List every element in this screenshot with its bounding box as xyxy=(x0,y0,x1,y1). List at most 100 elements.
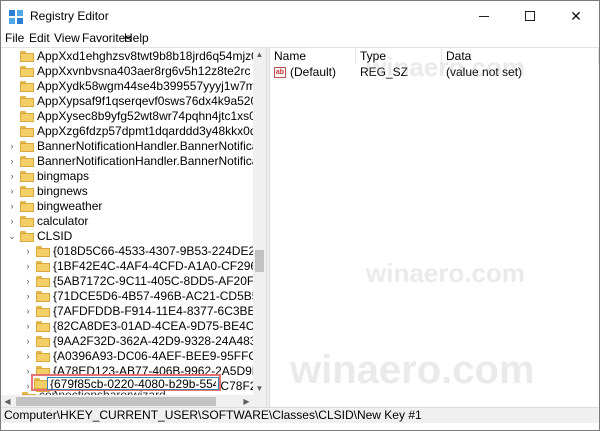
watermark-text: winaero.com xyxy=(366,52,525,82)
tree-item[interactable]: AppXzg6fdzp57dpmt1dqarddd3y48kkx0qb78 xyxy=(1,124,266,139)
tree-item-label: AppXxd1ehghzsv8twt9b8b18jrd6q54mjz0n xyxy=(37,49,265,63)
scroll-down-arrow-icon[interactable]: ▼ xyxy=(253,382,266,395)
folder-icon xyxy=(36,261,50,272)
tree-item[interactable]: AppXydk58wgm44se4b399557yyyj1w7mbmvd xyxy=(1,79,266,94)
tree-item[interactable]: › {1BF42E4C-4AF4-4CFD-A1A0-CF2960B8F63E} xyxy=(1,259,267,274)
expand-chevron-icon[interactable]: › xyxy=(23,259,33,274)
minimize-icon xyxy=(479,16,489,17)
key-tree-pane[interactable]: AppXxd1ehghzsv8twt9b8b18jrd6q54mjz0n AppX… xyxy=(1,47,266,407)
tree-item[interactable]: ⌄ CLSID xyxy=(1,229,253,244)
folder-icon xyxy=(20,81,34,92)
tree-item[interactable]: AppXxd1ehghzsv8twt9b8b18jrd6q54mjz0n xyxy=(1,49,265,64)
tree-item[interactable]: › bingmaps xyxy=(1,169,253,184)
status-bar-filler xyxy=(1,423,599,430)
folder-icon xyxy=(20,66,34,77)
column-header-name[interactable]: Name xyxy=(270,48,356,64)
tree-item[interactable]: AppXypsaf9f1qserqevf0sws76dx4k9a5206 xyxy=(1,94,264,109)
expand-chevron-icon[interactable]: › xyxy=(7,199,17,214)
tree-item-label: {5AB7172C-9C11-405C-8DD5-AF20F3606282} xyxy=(53,274,266,288)
folder-icon xyxy=(20,51,34,62)
menu-edit[interactable]: Edit xyxy=(29,31,50,47)
folder-icon xyxy=(36,276,50,287)
tree-item-label: {018D5C66-4533-4307-9B53-224DE2ED1FE6} xyxy=(53,244,266,258)
scroll-up-arrow-icon[interactable]: ▲ xyxy=(253,48,266,61)
folder-icon xyxy=(20,186,34,197)
tree-item[interactable]: › bingweather xyxy=(1,199,253,214)
tree-item-label: {82CA8DE3-01AD-4CEA-9D75-BE4C51810A9E} xyxy=(53,319,266,333)
tree-item[interactable]: › {82CA8DE3-01AD-4CEA-9D75-BE4C51810A9E} xyxy=(1,319,267,334)
values-list-pane[interactable]: Name Type Data ab (Default) REG_SZ (valu… xyxy=(270,47,599,407)
menu-help[interactable]: Help xyxy=(124,31,149,47)
folder-icon xyxy=(20,171,34,182)
expand-chevron-icon[interactable]: › xyxy=(7,154,17,169)
tree-vertical-scrollbar[interactable]: ▲ ▼ xyxy=(253,48,266,407)
tree-item-label: bingnews xyxy=(37,184,88,198)
close-button[interactable]: ✕ xyxy=(553,1,599,31)
folder-icon xyxy=(36,306,50,317)
tree-item[interactable]: › {5AB7172C-9C11-405C-8DD5-AF20F3606282} xyxy=(1,274,267,289)
expand-chevron-icon[interactable]: › xyxy=(23,304,33,319)
tree-item-label: AppXydk58wgm44se4b399557yyyj1w7mbmvd xyxy=(37,79,266,93)
close-icon: ✕ xyxy=(570,8,582,24)
tree-item-label: AppXypsaf9f1qserqevf0sws76dx4k9a5206 xyxy=(37,94,264,108)
expand-chevron-icon[interactable]: › xyxy=(7,184,17,199)
folder-icon xyxy=(36,291,50,302)
tree-item[interactable]: › BannerNotificationHandler.BannerNotific… xyxy=(1,139,267,154)
tree-item-label: {9AA2F32D-362A-42D9-9328-24A483E2CCC3} xyxy=(53,334,266,348)
tree-item[interactable]: › BannerNotificationHandler.BannerNotific… xyxy=(1,154,267,169)
tree-item-label: {71DCE5D6-4B57-496B-AC21-CD5B54EB93FD} xyxy=(53,289,266,303)
registry-editor-window: Registry Editor ✕ File Edit View Favorit… xyxy=(0,0,600,431)
folder-icon xyxy=(36,351,50,362)
tree-item[interactable]: › {9AA2F32D-362A-42D9-9328-24A483E2CCC3} xyxy=(1,334,267,349)
status-bar-path: Computer\HKEY_CURRENT_USER\SOFTWARE\Clas… xyxy=(1,407,599,423)
title-bar[interactable]: Registry Editor ✕ xyxy=(1,1,599,31)
folder-icon xyxy=(20,111,34,122)
tree-item-label: BannerNotificationHandler.BannerNotifica… xyxy=(37,154,266,168)
folder-icon xyxy=(20,201,34,212)
collapse-chevron-icon[interactable]: ⌄ xyxy=(7,229,17,244)
tree-item[interactable]: › bingnews xyxy=(1,184,253,199)
tree-item[interactable]: › {71DCE5D6-4B57-496B-AC21-CD5B54EB93FD} xyxy=(1,289,267,304)
tree-item[interactable]: › {7AFDFDDB-F914-11E4-8377-6C3BE50D980C} xyxy=(1,304,267,319)
tree-item[interactable]: › {A0396A93-DC06-4AEF-BEE9-95FFCCAEF20E} xyxy=(1,349,267,364)
folder-icon xyxy=(36,321,50,332)
tree-item[interactable]: › {018D5C66-4533-4307-9B53-224DE2ED1FE6} xyxy=(1,244,267,259)
maximize-icon xyxy=(525,11,535,21)
expand-chevron-icon[interactable]: › xyxy=(7,169,17,184)
folder-icon xyxy=(36,336,50,347)
tree-item-label: calculator xyxy=(37,214,89,228)
expand-chevron-icon[interactable]: › xyxy=(23,334,33,349)
tree-item-label: bingweather xyxy=(37,199,103,213)
tree-item-label: CLSID xyxy=(37,229,73,243)
expand-chevron-icon[interactable]: › xyxy=(23,274,33,289)
scroll-left-arrow-icon[interactable]: ◀ xyxy=(1,395,14,407)
expand-chevron-icon[interactable]: › xyxy=(23,349,33,364)
folder-icon xyxy=(20,216,34,227)
scroll-thumb-horizontal[interactable] xyxy=(16,397,216,406)
folder-icon xyxy=(20,231,34,242)
expand-chevron-icon[interactable]: › xyxy=(7,214,17,229)
tree-horizontal-scrollbar[interactable]: ◀ ▶ xyxy=(1,395,253,407)
watermark-text: winaero.com xyxy=(290,348,535,392)
scroll-right-arrow-icon[interactable]: ▶ xyxy=(240,395,253,407)
expand-chevron-icon[interactable]: › xyxy=(23,289,33,304)
window-title: Registry Editor xyxy=(30,9,109,23)
menu-file[interactable]: File xyxy=(5,31,24,47)
menu-view[interactable]: View xyxy=(54,31,80,47)
folder-icon xyxy=(36,246,50,257)
tree-item-label: bingmaps xyxy=(37,169,90,183)
tree-item-label: AppXxvnbvsna403aer8rg6v5h12z8te2rc xyxy=(37,64,251,78)
tree-item[interactable]: › calculator xyxy=(1,214,253,229)
expand-chevron-icon[interactable]: › xyxy=(7,139,17,154)
minimize-button[interactable] xyxy=(461,1,507,31)
expand-chevron-icon[interactable]: › xyxy=(23,319,33,334)
folder-icon xyxy=(20,156,34,167)
tree-item[interactable]: AppXysec8b9yfg52wt8wr74pqhn4jtc1xs0s xyxy=(1,109,262,124)
maximize-button[interactable] xyxy=(507,1,553,31)
expand-chevron-icon[interactable]: › xyxy=(23,244,33,259)
scroll-thumb[interactable] xyxy=(255,250,264,272)
watermark-text: winaero.com xyxy=(366,258,525,288)
tree-item-label: {1BF42E4C-4AF4-4CFD-A1A0-CF2960B8F63E} xyxy=(53,259,266,273)
tree-item-label: BannerNotificationHandler.BannerNotifica… xyxy=(37,139,266,153)
tree-item[interactable]: AppXxvnbvsna403aer8rg6v5h12z8te2rc xyxy=(1,64,253,79)
